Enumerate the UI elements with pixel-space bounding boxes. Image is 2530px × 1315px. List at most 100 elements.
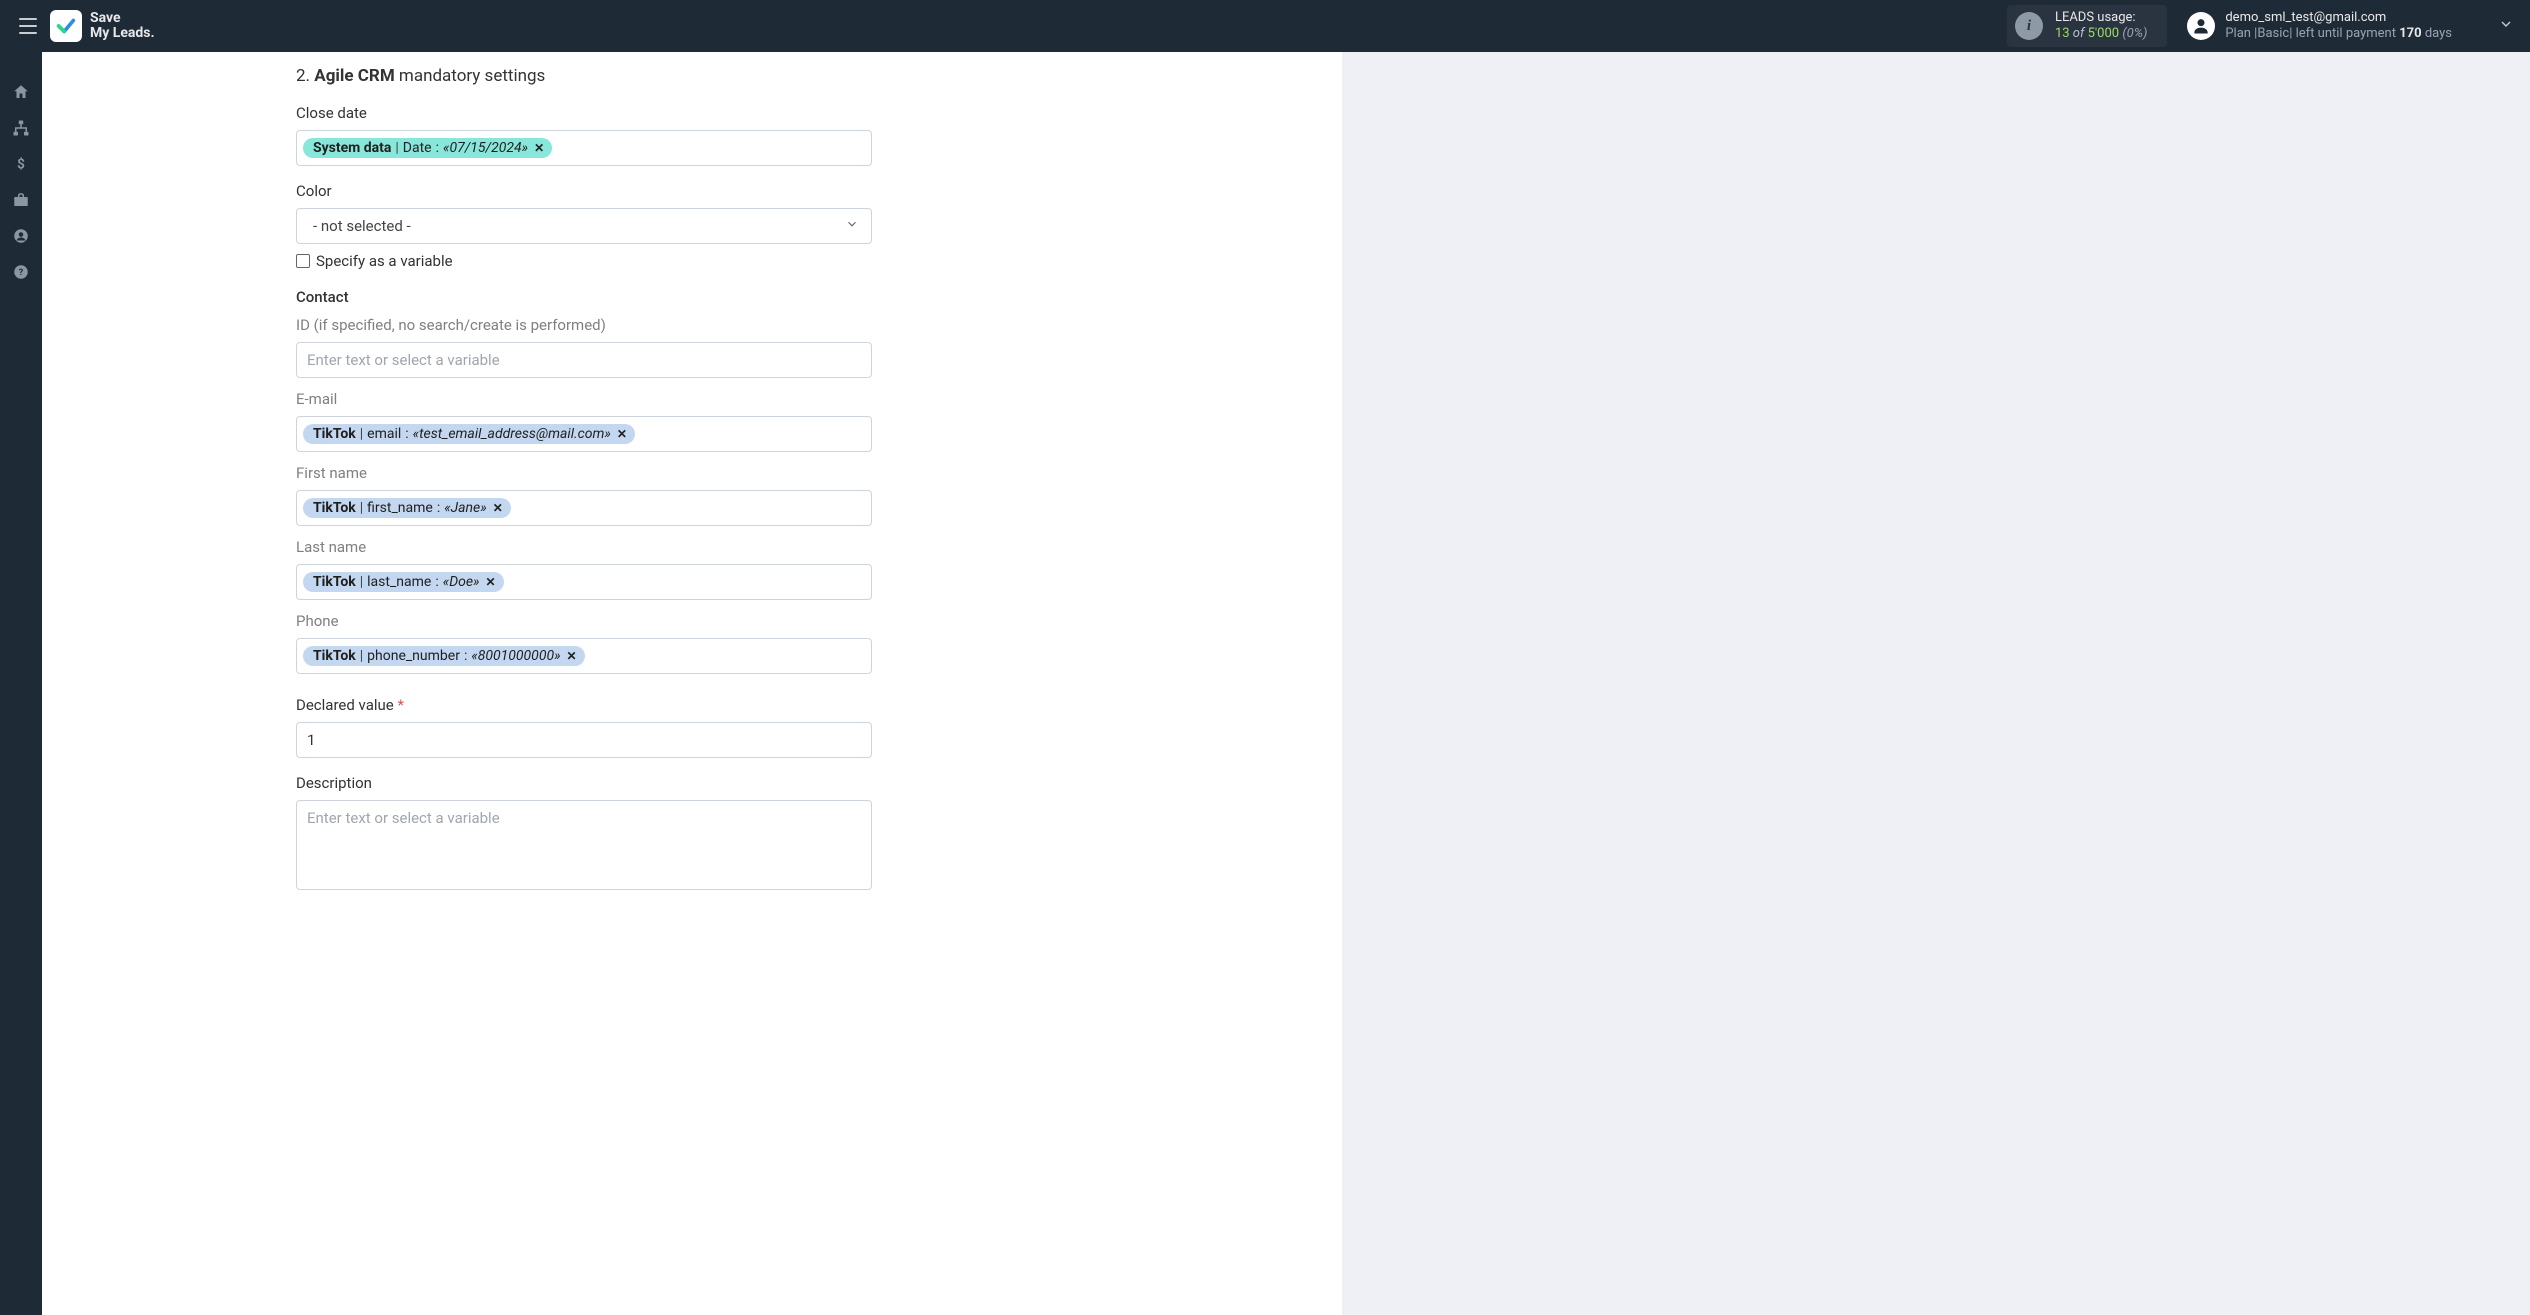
usage-label: LEADS usage: [2055,10,2147,26]
plan-mid: | left until payment [2289,26,2399,41]
plan-name: Basic [2257,26,2289,41]
close-date-label: Close date [296,104,916,122]
close-date-input[interactable]: System data | Date: «07/15/2024» ✕ [296,130,872,166]
token-field: phone_number [367,648,460,664]
section-num: 2. [296,66,314,86]
user-circle-icon [12,227,30,245]
sidebar-home[interactable] [11,82,31,102]
color-label: Color [296,182,916,200]
first-name-input[interactable]: TikTok | first_name: «Jane» ✕ [296,490,872,526]
color-select-value: - not selected - [313,217,411,235]
account-email: demo_sml_test@gmail.com [2225,10,2452,26]
token-remove-button[interactable]: ✕ [534,141,544,155]
declared-value-input[interactable]: 1 [296,722,872,758]
token-remove-button[interactable]: ✕ [567,649,577,663]
svg-text:?: ? [19,268,24,278]
home-icon [12,83,30,101]
id-input[interactable]: Enter text or select a variable [296,342,872,378]
menu-hamburger-button[interactable] [14,12,42,40]
briefcase-icon [12,191,30,209]
token-remove-button[interactable]: ✕ [485,575,495,589]
question-circle-icon: ? [12,263,30,281]
declared-value-value: 1 [303,731,315,749]
email-input[interactable]: TikTok | email: «test_email_address@mail… [296,416,872,452]
id-placeholder: Enter text or select a variable [303,351,500,369]
top-header: Save My Leads. i LEADS usage: 13 of 5'00… [0,0,2530,52]
plan-days-num: 170 [2399,26,2421,41]
chevron-down-icon [845,217,859,235]
usage-of: of [2073,26,2085,41]
avatar-icon [2187,12,2215,40]
token-source: TikTok [313,648,356,664]
token-source: TikTok [313,500,356,516]
token-source: TikTok [313,426,356,442]
token-remove-button[interactable]: ✕ [493,501,503,515]
close-date-token[interactable]: System data | Date: «07/15/2024» ✕ [303,138,552,158]
token-value: «Jane» [444,500,486,516]
sidebar-connections[interactable] [11,118,31,138]
phone-token[interactable]: TikTok | phone_number: «8001000000» ✕ [303,646,585,666]
last-name-token[interactable]: TikTok | last_name: «Doe» ✕ [303,572,504,592]
left-sidebar: $ ? [0,52,42,1315]
section-title: 2. Agile CRM mandatory settings [296,66,916,86]
token-field: Date [403,140,432,156]
token-value: «07/15/2024» [443,140,528,156]
sitemap-icon [12,119,30,137]
description-input[interactable]: Enter text or select a variable [296,800,872,890]
email-token[interactable]: TikTok | email: «test_email_address@mail… [303,424,635,444]
info-icon: i [2015,12,2043,40]
section-strong: Agile CRM [314,66,394,86]
description-placeholder: Enter text or select a variable [303,809,500,827]
sidebar-billing[interactable]: $ [11,154,31,174]
usage-text: LEADS usage: 13 of 5'000 (0%) [2055,10,2147,43]
usage-pct: (0%) [2122,26,2147,41]
check-logo-icon [55,15,77,37]
token-value: «Doe» [443,574,480,590]
phone-label: Phone [296,612,916,630]
token-value: «test_email_address@mail.com» [413,426,611,442]
main-area: 2. Agile CRM mandatory settings Close da… [42,52,2512,1315]
account-box[interactable]: demo_sml_test@gmail.com Plan |Basic| lef… [2187,10,2452,43]
checkbox-icon[interactable] [296,254,310,268]
token-field: first_name [367,500,433,516]
user-icon [2191,16,2211,36]
dollar-icon: $ [12,155,30,173]
svg-text:$: $ [17,157,25,173]
usage-total: 5'000 [2088,26,2120,41]
brand-line2: My Leads. [90,26,155,41]
token-field: email [367,426,401,442]
token-field: last_name [367,574,431,590]
usage-used: 13 [2055,26,2070,41]
contact-heading: Contact [296,288,916,306]
phone-input[interactable]: TikTok | phone_number: «8001000000» ✕ [296,638,872,674]
brand-title: Save My Leads. [90,11,155,40]
sidebar-account[interactable] [11,226,31,246]
required-asterisk: * [397,696,403,714]
plan-days-word: days [2422,26,2452,41]
account-chevron-button[interactable] [2452,16,2514,36]
specify-variable-label: Specify as a variable [316,252,453,270]
plan-prefix: Plan | [2225,26,2257,41]
account-text: demo_sml_test@gmail.com Plan |Basic| lef… [2225,10,2452,43]
section-rest: mandatory settings [395,66,546,86]
color-select[interactable]: - not selected - [296,208,872,244]
leads-usage-box[interactable]: i LEADS usage: 13 of 5'000 (0%) [2007,5,2167,48]
declared-value-label-text: Declared value [296,696,394,714]
chevron-down-icon [2498,16,2514,32]
token-value: «8001000000» [471,648,560,664]
token-source: System data [313,140,391,156]
last-name-label: Last name [296,538,916,556]
sidebar-help[interactable]: ? [11,262,31,282]
first-name-token[interactable]: TikTok | first_name: «Jane» ✕ [303,498,511,518]
form-card: 2. Agile CRM mandatory settings Close da… [42,52,1342,1315]
first-name-label: First name [296,464,916,482]
sidebar-toolbox[interactable] [11,190,31,210]
token-remove-button[interactable]: ✕ [617,427,627,441]
id-label: ID (if specified, no search/create is pe… [296,316,916,334]
last-name-input[interactable]: TikTok | last_name: «Doe» ✕ [296,564,872,600]
app-logo[interactable] [50,10,82,42]
specify-variable-checkbox-row[interactable]: Specify as a variable [296,252,916,270]
declared-value-label: Declared value * [296,696,916,714]
description-label: Description [296,774,916,792]
brand-line1: Save [90,11,155,26]
